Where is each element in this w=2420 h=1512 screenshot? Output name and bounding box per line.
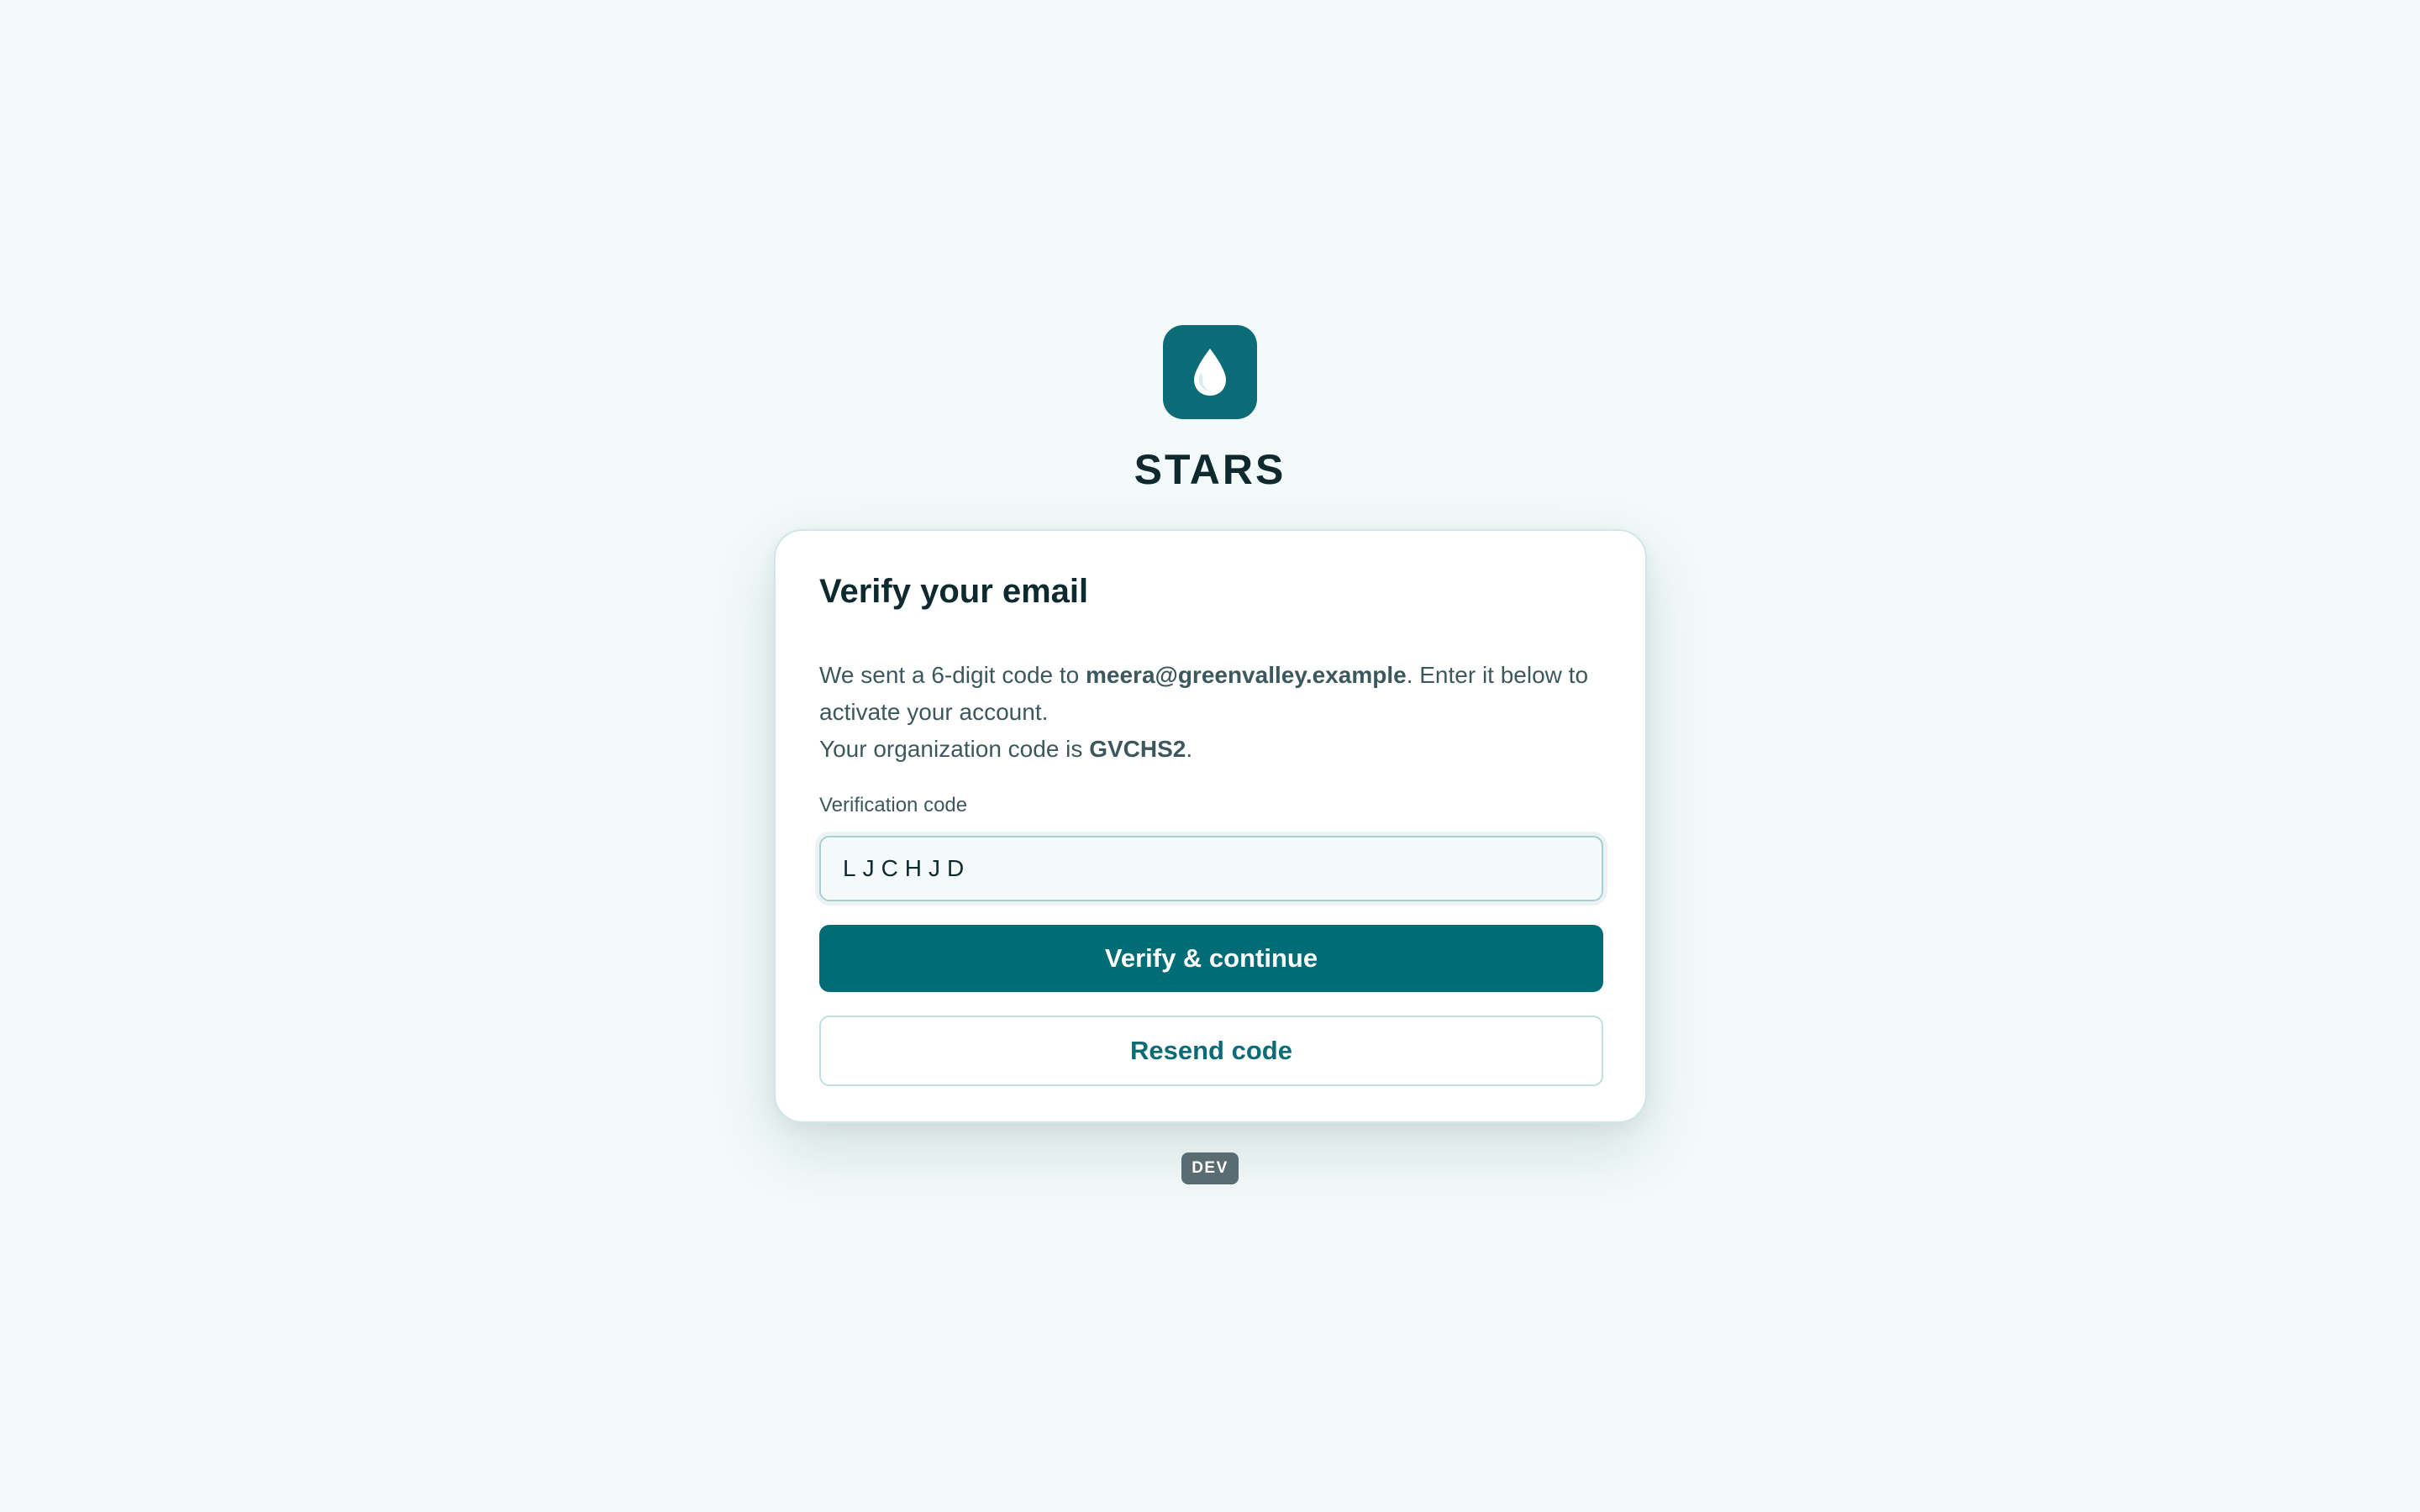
environment-badge: DEV	[1181, 1152, 1239, 1184]
verify-email-page: STARS Verify your email We sent a 6-digi…	[0, 0, 2420, 1512]
app-name: STARS	[1134, 446, 1286, 493]
organization-code: GVCHS2	[1089, 736, 1186, 762]
verification-code-label: Verification code	[819, 794, 968, 816]
water-drop-icon	[1194, 349, 1226, 396]
resend-code-button[interactable]: Resend code	[819, 1016, 1603, 1086]
verify-continue-button[interactable]: Verify & continue	[819, 925, 1603, 992]
verify-card: Verify your email We sent a 6-digit code…	[774, 529, 1647, 1123]
verification-description: We sent a 6-digit code to meera@greenval…	[819, 657, 1609, 768]
verification-code-input[interactable]	[819, 836, 1603, 901]
card-title: Verify your email	[819, 573, 1089, 610]
org-prefix: Your organization code is	[819, 736, 1090, 762]
app-logo	[1163, 325, 1257, 419]
sent-prefix: We sent a 6-digit code to	[819, 662, 1086, 688]
org-suffix: .	[1186, 736, 1193, 762]
email-address: meera@greenvalley.example	[1086, 662, 1407, 688]
